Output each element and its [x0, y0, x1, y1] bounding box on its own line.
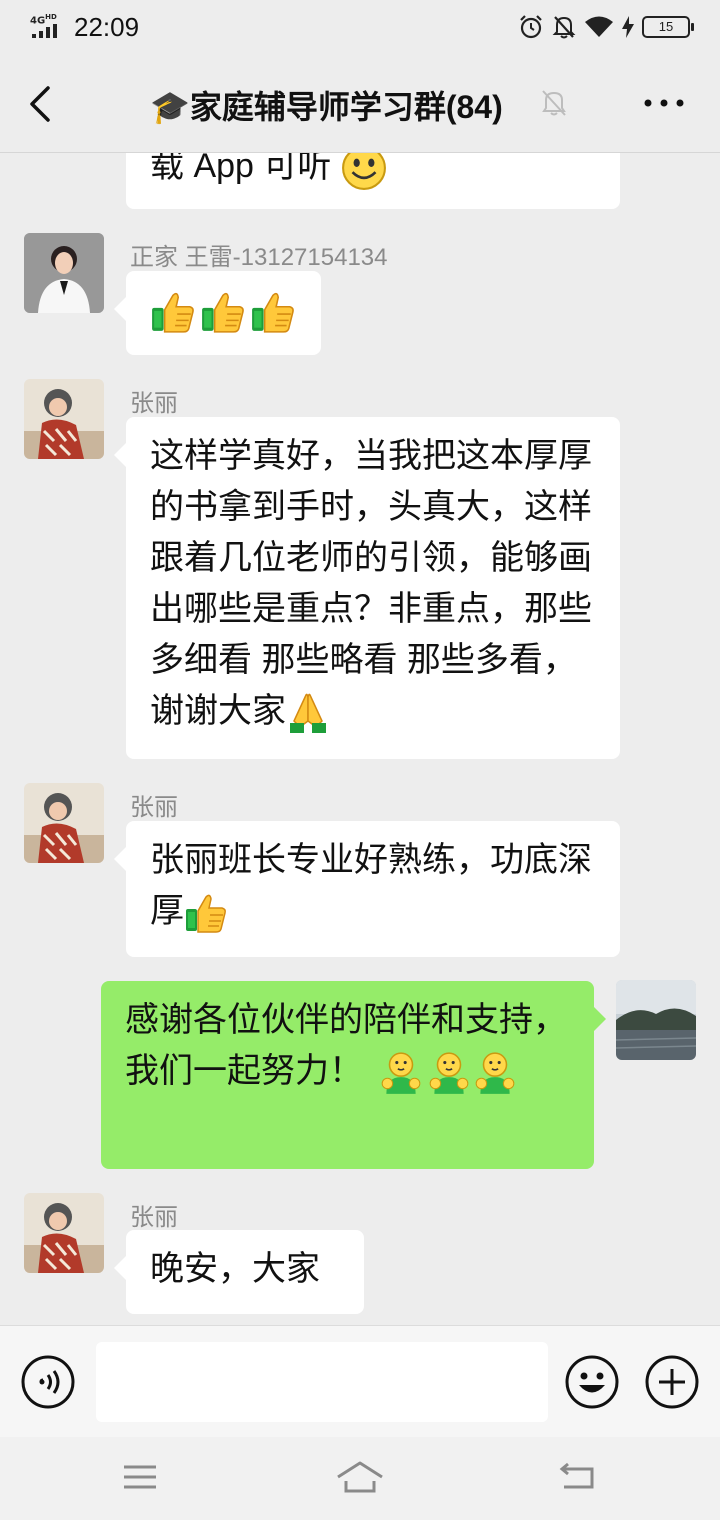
- signal-icon: [32, 24, 57, 38]
- status-icons: 15: [518, 14, 694, 40]
- thumbs-up-emoji: [200, 289, 246, 335]
- message-bubble[interactable]: 晚安，大家: [114, 1230, 364, 1314]
- avatar[interactable]: [24, 233, 104, 313]
- avatar[interactable]: [24, 379, 104, 459]
- clock: 22:09: [74, 12, 140, 42]
- more-dots-icon[interactable]: [640, 88, 690, 118]
- system-nav-bar: [0, 1437, 720, 1520]
- avatar-photo: [24, 783, 104, 863]
- message-text: 载 App 可听: [150, 153, 332, 185]
- sender-name: 张丽: [130, 390, 178, 417]
- message-bubble[interactable]: [114, 271, 321, 355]
- avatar-self[interactable]: [616, 980, 696, 1060]
- emoji-face-icon[interactable]: [564, 1354, 620, 1410]
- plus-icon[interactable]: [644, 1354, 700, 1410]
- thumbs-up-emoji: [150, 289, 196, 335]
- mute-notification-icon: [552, 16, 576, 39]
- message-text: 晚安，大家: [150, 1250, 320, 1288]
- home-icon[interactable]: [334, 1457, 386, 1497]
- message-text: 这样学真好，当我把这本厚厚的书拿到手时，头真大，这样跟着几位老师的引领，能够画出…: [150, 437, 592, 730]
- return-icon[interactable]: [558, 1461, 598, 1493]
- chat-message-list[interactable]: 载 App 可听 正家 王雷-13127154134 张丽 这样学真好，当我把这…: [0, 153, 720, 1325]
- voice-icon[interactable]: [20, 1354, 76, 1410]
- mute-bell-icon: [542, 90, 566, 116]
- pray-emoji: [286, 691, 330, 735]
- input-bar: [0, 1325, 720, 1438]
- wifi-icon: [585, 16, 613, 37]
- battery-indicator: 15: [642, 16, 694, 38]
- sender-name: 张丽: [130, 1204, 178, 1231]
- menu-icon[interactable]: [120, 1461, 160, 1493]
- network-hd: HD: [45, 13, 57, 21]
- avatar[interactable]: [24, 783, 104, 863]
- sender-name: 张丽: [130, 794, 178, 821]
- avatar-photo: [24, 1193, 104, 1273]
- status-bar: 4GHD 22:09 15: [0, 0, 720, 56]
- smile-emoji: [341, 153, 387, 191]
- thumbs-up-emoji: [184, 891, 228, 935]
- sender-name: 正家 王雷-13127154134: [130, 244, 388, 271]
- message-bubble[interactable]: 张丽班长专业好熟练，功底深厚: [114, 821, 620, 957]
- chat-header: 🎓家庭辅导师学习群(84): [0, 56, 720, 153]
- message-input[interactable]: [96, 1342, 548, 1422]
- message-bubble-self[interactable]: 感谢各位伙伴的陪伴和支持，我们一起努力！: [101, 981, 606, 1169]
- avatar[interactable]: [24, 1193, 104, 1273]
- hug-emoji: [426, 1050, 472, 1096]
- hug-emoji: [472, 1050, 518, 1096]
- avatar-photo: [24, 379, 104, 459]
- alarm-icon: [520, 15, 542, 39]
- back-arrow-icon[interactable]: [22, 82, 58, 126]
- message-bubble[interactable]: 载 App 可听: [126, 153, 620, 209]
- avatar-photo: [24, 233, 104, 313]
- page-title: 🎓家庭辅导师学习群(84): [150, 89, 503, 125]
- charging-icon: [622, 16, 634, 38]
- message-bubble[interactable]: 这样学真好，当我把这本厚厚的书拿到手时，头真大，这样跟着几位老师的引领，能够画出…: [114, 417, 620, 759]
- thumbs-up-emoji: [250, 289, 296, 335]
- avatar-photo: [616, 980, 696, 1060]
- hug-emoji: [378, 1050, 424, 1096]
